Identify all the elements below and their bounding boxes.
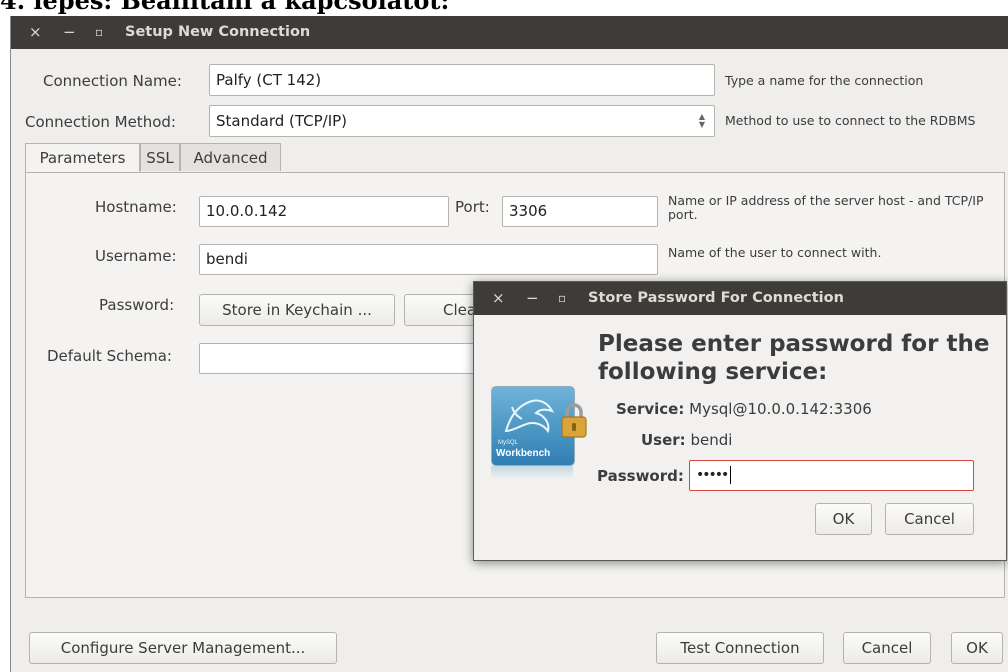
- hostname-input[interactable]: 10.0.0.142: [199, 196, 449, 227]
- port-label: Port:: [455, 198, 490, 216]
- user-row: User: bendi: [641, 431, 732, 449]
- password-mask: •••••: [696, 467, 729, 483]
- service-label: Service:: [616, 400, 685, 418]
- password-label: Password:: [99, 296, 175, 314]
- username-input[interactable]: bendi: [199, 244, 658, 275]
- service-row: Service: Mysql@10.0.0.142:3306: [616, 400, 872, 418]
- dialog-password-input[interactable]: •••••: [689, 460, 974, 491]
- connection-name-input[interactable]: Palfy (CT 142): [209, 64, 715, 96]
- lock-icon: [561, 403, 587, 438]
- default-schema-label: Default Schema:: [47, 347, 172, 365]
- hostname-label: Hostname:: [95, 198, 177, 216]
- connection-method-hint: Method to use to connect to the RDBMS: [725, 113, 976, 128]
- dialog-minimize-icon[interactable]: −: [526, 282, 539, 315]
- dialog-password-label: Password:: [597, 467, 684, 485]
- tab-parameters[interactable]: Parameters: [25, 143, 140, 173]
- service-value: Mysql@10.0.0.142:3306: [689, 400, 872, 418]
- username-label: Username:: [95, 247, 177, 265]
- logo-text: Workbench: [496, 448, 551, 459]
- dialog-ok-button[interactable]: OK: [815, 503, 872, 535]
- connection-method-select[interactable]: Standard (TCP/IP): [209, 105, 715, 137]
- configure-server-management-button[interactable]: Configure Server Management...: [29, 632, 337, 664]
- store-in-keychain-button[interactable]: Store in Keychain ...: [199, 294, 395, 326]
- dialog-password-row: Password:: [597, 467, 684, 485]
- dialog-cancel-button[interactable]: Cancel: [885, 503, 974, 535]
- default-schema-input[interactable]: [199, 343, 489, 374]
- dialog-title: Store Password For Connection: [588, 290, 844, 306]
- close-icon[interactable]: ×: [29, 16, 42, 49]
- window-titlebar: × − ▫ Setup New Connection: [11, 16, 1008, 49]
- tab-ssl[interactable]: SSL: [140, 143, 180, 171]
- store-password-dialog: × − ▫ Store Password For Connection MySQ…: [473, 281, 1007, 561]
- tab-advanced[interactable]: Advanced: [180, 143, 281, 171]
- hostname-hint: Name or IP address of the server host - …: [668, 193, 984, 222]
- dialog-close-icon[interactable]: ×: [492, 282, 505, 315]
- ok-button[interactable]: OK: [951, 632, 1003, 664]
- port-input[interactable]: 3306: [502, 196, 658, 227]
- user-value: bendi: [690, 431, 733, 449]
- cancel-button[interactable]: Cancel: [843, 632, 931, 664]
- connection-method-label: Connection Method:: [25, 113, 176, 131]
- document-heading: 4. lépés: Beállítani a kapcsolatot:: [0, 0, 450, 15]
- maximize-icon[interactable]: ▫: [95, 16, 103, 49]
- dialog-heading: Please enter password for the following …: [598, 331, 990, 385]
- logo-reflection: [491, 466, 573, 480]
- select-arrows-icon: ▲ ▼: [698, 112, 706, 129]
- connection-name-hint: Type a name for the connection: [725, 73, 924, 88]
- connection-name-label: Connection Name:: [43, 72, 182, 90]
- window-title: Setup New Connection: [125, 24, 311, 40]
- minimize-icon[interactable]: −: [63, 16, 76, 49]
- username-hint: Name of the user to connect with.: [668, 245, 882, 260]
- user-label: User:: [641, 431, 686, 449]
- test-connection-button[interactable]: Test Connection: [656, 632, 824, 664]
- logo-small-text: MySQL: [498, 440, 519, 446]
- dialog-titlebar: × − ▫ Store Password For Connection: [474, 282, 1006, 315]
- dialog-maximize-icon[interactable]: ▫: [558, 282, 566, 315]
- clear-button[interactable]: Clea: [404, 294, 484, 326]
- text-caret: [730, 466, 732, 484]
